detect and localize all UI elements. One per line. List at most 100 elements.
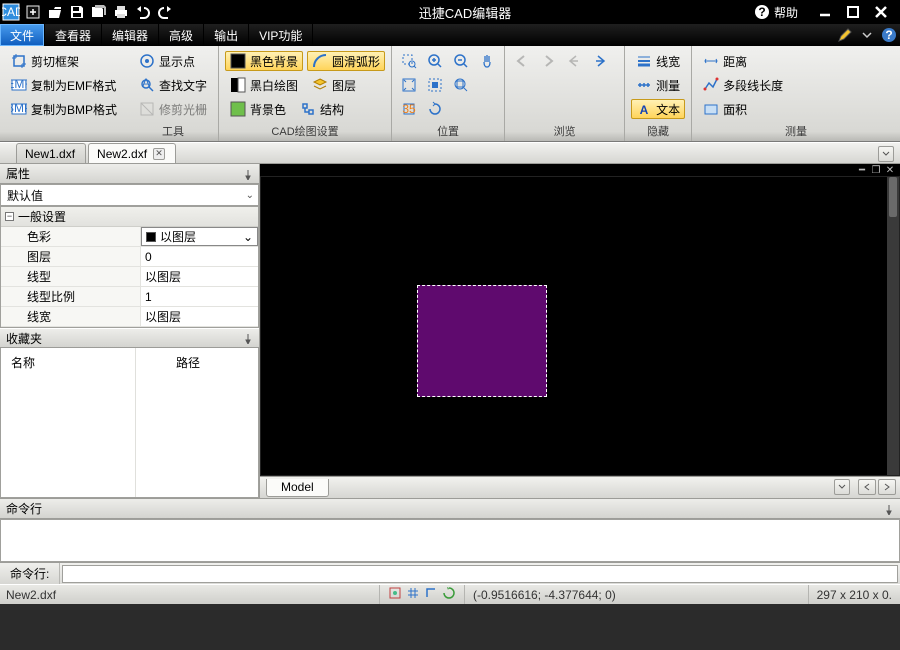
rotate-icon[interactable]: [424, 99, 446, 119]
menu-viewer[interactable]: 查看器: [45, 24, 102, 46]
canvas-scrollbar[interactable]: [887, 177, 899, 475]
print-icon[interactable]: [110, 1, 132, 23]
menu-output[interactable]: 输出: [204, 24, 249, 46]
ribbon-group-measure: 距离 多段线长度 面积 测量: [692, 46, 900, 141]
layout-prev-icon[interactable]: [858, 479, 876, 495]
layout-menu-icon[interactable]: [834, 479, 850, 495]
zoom-extent-icon[interactable]: [424, 75, 446, 95]
minimize-icon[interactable]: [814, 1, 836, 23]
save-icon[interactable]: [66, 1, 88, 23]
nav-home-icon[interactable]: [563, 51, 585, 71]
canvas-min-icon[interactable]: ━: [856, 165, 868, 175]
close-icon[interactable]: [870, 1, 892, 23]
find-text-button[interactable]: A查找文字: [134, 75, 212, 95]
show-points-button[interactable]: 显示点: [134, 51, 200, 71]
zoom-fit-icon[interactable]: [398, 75, 420, 95]
layout-next-icon[interactable]: [878, 479, 896, 495]
zoom-in-icon[interactable]: [424, 51, 446, 71]
copy-bmp-button[interactable]: BMP复制为BMP格式: [6, 99, 122, 119]
zoom-window-icon[interactable]: [398, 51, 420, 71]
zoom-sel-icon[interactable]: 35: [398, 99, 420, 119]
measure-button[interactable]: 测量: [631, 75, 685, 95]
new-icon[interactable]: [22, 1, 44, 23]
black-bg-button[interactable]: 黑色背景: [225, 51, 303, 71]
bg-color-button[interactable]: 背景色: [225, 99, 291, 119]
status-dimensions: 297 x 210 x 0.: [808, 585, 900, 604]
redo-icon[interactable]: [154, 1, 176, 23]
layers-button[interactable]: 图层: [307, 75, 361, 95]
menu-editor[interactable]: 编辑器: [102, 24, 159, 46]
refresh-icon[interactable]: [442, 586, 456, 603]
maximize-icon[interactable]: [842, 1, 864, 23]
nav-back-icon[interactable]: [511, 51, 533, 71]
properties-header: 属性: [0, 164, 259, 184]
pin-icon[interactable]: [243, 333, 253, 343]
command-prompt-label: 命令行:: [0, 563, 60, 584]
pencil-icon[interactable]: [834, 24, 856, 46]
command-log[interactable]: [0, 519, 900, 562]
status-coordinates: (-0.9516616; -4.377644; 0): [465, 588, 808, 602]
nav-forward-icon[interactable]: [537, 51, 559, 71]
prop-row-linetype[interactable]: 线型以图层: [1, 267, 258, 287]
property-category[interactable]: −一般设置: [1, 207, 258, 227]
nav-view-icon[interactable]: [589, 51, 611, 71]
zoom-all-icon[interactable]: [450, 75, 472, 95]
model-tab[interactable]: Model: [266, 479, 329, 497]
canvas-close-icon[interactable]: ✕: [884, 165, 896, 175]
properties-filter-dropdown[interactable]: 默认值⌄: [0, 184, 259, 206]
help-circle-icon[interactable]: ?: [878, 24, 900, 46]
copy-emf-button[interactable]: EMF复制为EMF格式: [6, 75, 121, 95]
tabstrip-menu-icon[interactable]: [878, 146, 894, 162]
tab-close-icon[interactable]: ✕: [153, 148, 165, 160]
prop-row-ltscale[interactable]: 线型比例1: [1, 287, 258, 307]
properties-panel: 属性 默认值⌄ −一般设置 色彩以图层⌄ 图层0 线型以图层 线型比例1 线宽以…: [0, 164, 260, 498]
canvas-restore-icon[interactable]: ❐: [870, 165, 882, 175]
favorites-header: 收藏夹: [0, 328, 259, 348]
menu-file[interactable]: 文件: [0, 24, 45, 46]
text-button[interactable]: A文本: [631, 99, 685, 119]
selected-rectangle[interactable]: [417, 285, 547, 397]
zoom-out-icon[interactable]: [450, 51, 472, 71]
structure-button[interactable]: 结构: [295, 99, 349, 119]
grid-icon[interactable]: [406, 586, 420, 603]
window-controls: ? 帮助: [754, 1, 900, 23]
open-icon[interactable]: [44, 1, 66, 23]
ortho-icon[interactable]: [424, 586, 438, 603]
collapse-icon[interactable]: −: [5, 212, 14, 221]
distance-icon: [703, 53, 719, 69]
bw-draw-button[interactable]: 黑白绘图: [225, 75, 303, 95]
dropdown-icon[interactable]: [856, 24, 878, 46]
area-button[interactable]: 面积: [698, 99, 752, 119]
app-icon[interactable]: CAD: [0, 1, 22, 23]
crop-icon: [11, 53, 27, 69]
saveall-icon[interactable]: [88, 1, 110, 23]
emf-icon: EMF: [11, 77, 27, 93]
doc-tab-1[interactable]: New2.dxf✕: [88, 143, 176, 163]
pin-icon[interactable]: [243, 169, 253, 179]
crop-frame-button[interactable]: 剪切框架: [6, 51, 84, 71]
pan-icon[interactable]: [476, 51, 498, 71]
smooth-arc-button[interactable]: 圆滑弧形: [307, 51, 385, 71]
drawing-canvas[interactable]: [260, 176, 900, 476]
pin-icon[interactable]: [884, 504, 894, 514]
lineweight-button[interactable]: 线宽: [631, 51, 685, 71]
undo-icon[interactable]: [132, 1, 154, 23]
prop-row-color[interactable]: 色彩以图层⌄: [1, 227, 258, 247]
chevron-down-icon[interactable]: ⌄: [243, 230, 253, 244]
ribbon-group-tools-a: 剪切框架 EMF复制为EMF格式 BMP复制为BMP格式 工具: [0, 46, 128, 141]
doc-tab-0[interactable]: New1.dxf: [16, 143, 86, 163]
snap-icon[interactable]: [388, 586, 402, 603]
prop-row-layer[interactable]: 图层0: [1, 247, 258, 267]
help-button[interactable]: ? 帮助: [754, 4, 798, 21]
polyline-length-button[interactable]: 多段线长度: [698, 75, 788, 95]
menu-advanced[interactable]: 高级: [159, 24, 204, 46]
ribbon-group-tools-b: 显示点 A查找文字 修剪光栅 工具: [128, 46, 219, 141]
svg-text:EMF: EMF: [11, 77, 27, 91]
command-input[interactable]: [62, 565, 898, 583]
distance-button[interactable]: 距离: [698, 51, 752, 71]
menu-vip[interactable]: VIP功能: [249, 24, 313, 46]
scrollbar-thumb[interactable]: [889, 177, 897, 217]
trim-raster-button[interactable]: 修剪光栅: [134, 99, 212, 119]
prop-row-lineweight[interactable]: 线宽以图层: [1, 307, 258, 327]
property-grid: −一般设置 色彩以图层⌄ 图层0 线型以图层 线型比例1 线宽以图层: [0, 206, 259, 328]
